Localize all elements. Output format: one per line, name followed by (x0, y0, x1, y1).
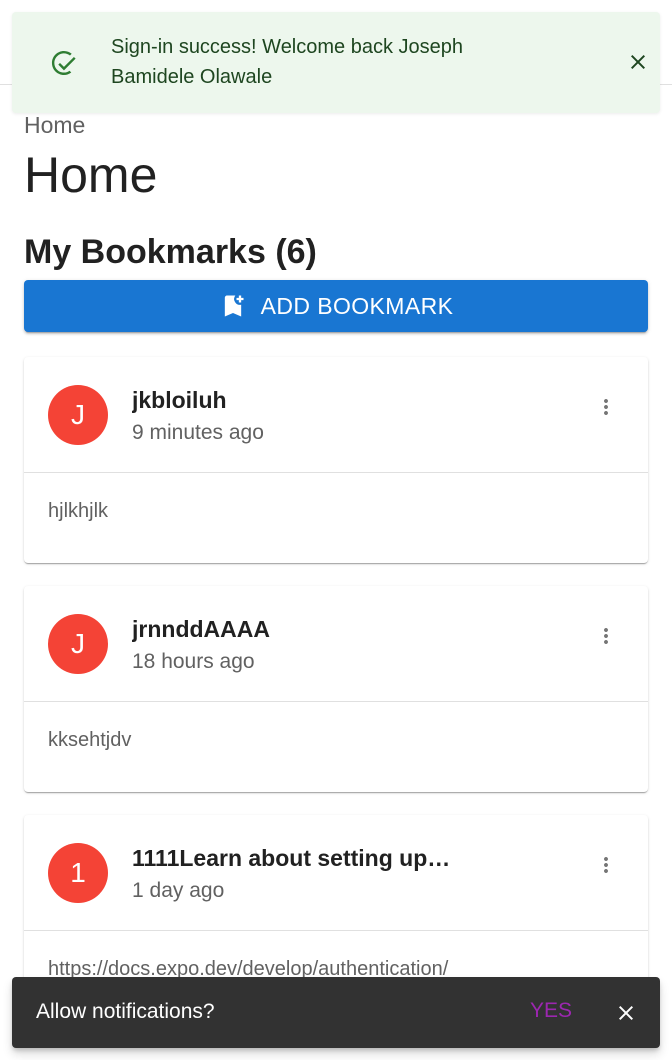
card-header: J jkbloiluh 9 minutes ago (24, 357, 648, 472)
alert-message: Sign-in success! Welcome back Joseph Bam… (111, 36, 464, 88)
avatar: J (48, 385, 108, 445)
close-icon (619, 1006, 633, 1020)
card-divider (24, 472, 648, 473)
close-icon (631, 55, 645, 69)
bookmark-card[interactable]: J jrnnddAAAA 18 hours ago kksehtjdv (24, 586, 648, 792)
more-vert-icon (604, 857, 608, 873)
bookmark-card[interactable]: J jkbloiluh 9 minutes ago hjlkhjlk (24, 357, 648, 563)
bookmarks-heading: My Bookmarks (6) (24, 233, 317, 271)
snackbar-message: Allow notifications? (36, 1000, 215, 1023)
allow-notifications-button[interactable]: YES (524, 997, 578, 1025)
bookmark-time: 9 minutes ago (132, 421, 264, 444)
snackbar-close-button[interactable] (610, 997, 642, 1029)
card-header: J jrnnddAAAA 18 hours ago (24, 586, 648, 701)
card-divider (24, 701, 648, 702)
page-title: Home (24, 147, 158, 203)
add-bookmark-label: ADD BOOKMARK (260, 292, 454, 319)
bookmark-description: hjlkhjlk (48, 500, 109, 522)
alert-close-button[interactable] (622, 46, 654, 78)
success-alert: Sign-in success! Welcome back Joseph Bam… (12, 12, 660, 113)
more-vert-icon (604, 399, 608, 415)
avatar: 1 (48, 843, 108, 903)
avatar: J (48, 614, 108, 674)
add-bookmark-button[interactable]: ADD BOOKMARK (24, 280, 648, 332)
bookmark-time: 18 hours ago (132, 650, 255, 673)
more-options-button[interactable] (586, 616, 626, 656)
more-vert-icon (604, 628, 608, 644)
bookmark-description: kksehtjdv (48, 729, 132, 751)
bookmark-title: 1111Learn about setting up… (132, 845, 451, 871)
breadcrumb[interactable]: Home (24, 112, 85, 139)
notification-snackbar: Allow notifications? YES (12, 977, 660, 1048)
bookmark-add-icon (224, 295, 244, 317)
bookmark-title: jrnnddAAAA (132, 616, 270, 642)
check-circle-icon (51, 50, 76, 75)
card-header: 1 1111Learn about setting up… 1 day ago (24, 815, 648, 930)
card-divider (24, 930, 648, 931)
more-options-button[interactable] (586, 387, 626, 427)
bookmark-title: jkbloiluh (132, 387, 227, 413)
more-options-button[interactable] (586, 845, 626, 885)
bookmark-time: 1 day ago (132, 879, 225, 902)
